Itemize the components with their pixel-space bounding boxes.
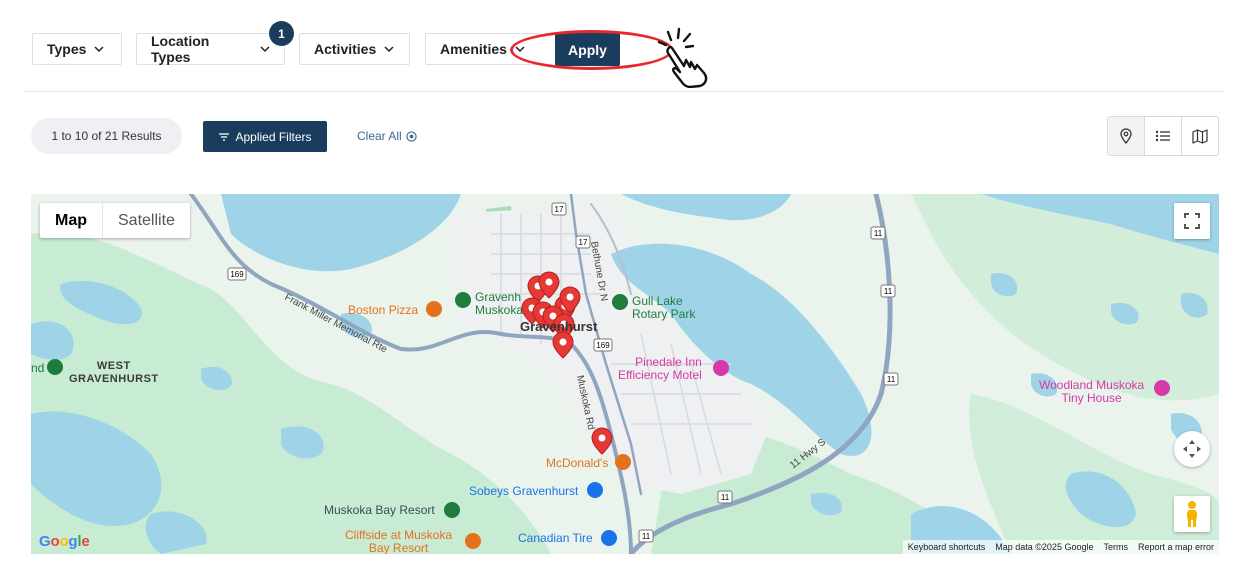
poi-label-canadian-tire[interactable]: Canadian Tire <box>518 532 593 545</box>
clear-all-label: Clear All <box>357 129 402 143</box>
map-attribution: Keyboard shortcuts Map data ©2025 Google… <box>902 540 1219 554</box>
svg-text:17: 17 <box>579 238 588 247</box>
pan-arrows-icon <box>1183 440 1201 458</box>
amenities-filter-label: Amenities <box>440 41 507 57</box>
chevron-down-icon <box>515 46 525 53</box>
pegman-icon <box>1187 501 1197 527</box>
area-label-line: WEST <box>96 360 131 372</box>
google-logo: Google <box>39 533 90 550</box>
poi-label-partial: nd <box>31 361 45 375</box>
hand-pointer-icon <box>657 27 708 88</box>
map-data-text: Map data ©2025 Google <box>995 542 1094 552</box>
poi-label-line: Muskoka <box>475 303 524 317</box>
view-mode-switch <box>1107 116 1219 156</box>
apply-button[interactable]: Apply <box>555 33 620 66</box>
chevron-down-icon <box>384 46 394 53</box>
svg-text:169: 169 <box>596 341 610 350</box>
poi-label-muskoka-bay-resort[interactable]: Muskoka Bay Resort <box>324 504 435 517</box>
svg-text:17: 17 <box>555 205 564 214</box>
poi-label-boston-pizza[interactable]: Boston Pizza <box>348 304 418 317</box>
svg-text:11: 11 <box>874 229 883 238</box>
applied-filters-label: Applied Filters <box>235 129 312 144</box>
location-pin-icon <box>1120 128 1132 144</box>
poi-label-gull-lake-rotary-park[interactable]: Gull Lake Rotary Park <box>632 295 695 321</box>
chevron-down-icon <box>94 46 104 53</box>
clear-circle-icon <box>406 130 417 142</box>
map-icon <box>1192 128 1208 144</box>
fullscreen-button[interactable] <box>1174 203 1210 239</box>
svg-text:11: 11 <box>887 375 896 384</box>
poi-label-line: Rotary Park <box>632 307 696 321</box>
activities-filter-label: Activities <box>314 41 377 57</box>
poi-label-sobeys[interactable]: Sobeys Gravenhurst <box>469 485 578 498</box>
poi-label-mcdonalds[interactable]: McDonald's <box>546 457 608 470</box>
fullscreen-icon <box>1184 213 1200 229</box>
location-types-filter-label: Location Types <box>151 33 210 65</box>
chevron-down-icon <box>260 46 270 53</box>
poi-label-woodland-muskoka[interactable]: Woodland Muskoka Tiny House <box>1039 379 1144 405</box>
list-icon <box>1155 130 1170 142</box>
amenities-filter-button[interactable]: Amenities <box>425 33 541 65</box>
location-types-count-badge: 1 <box>269 21 294 46</box>
report-error-link[interactable]: Report a map error <box>1133 542 1219 552</box>
map-type-map-button[interactable]: Map <box>40 203 102 238</box>
poi-label-gravenhurst-muskoka[interactable]: Gravenh Muskoka <box>475 291 523 317</box>
map-type-control: Map Satellite <box>40 203 190 238</box>
location-types-filter-button[interactable]: Location Types <box>136 33 285 65</box>
svg-text:11: 11 <box>721 493 730 502</box>
area-label-line: GRAVENHURST <box>69 373 159 385</box>
activities-filter-button[interactable]: Activities <box>299 33 410 65</box>
poi-label-pinedale-inn[interactable]: Pinedale Inn Efficiency Motel <box>618 356 702 382</box>
street-view-pegman-button[interactable] <box>1174 496 1210 532</box>
area-label-west-gravenhurst: WEST GRAVENHURST <box>69 360 159 386</box>
map-pin-view-button[interactable] <box>1108 117 1144 155</box>
keyboard-shortcuts-link[interactable]: Keyboard shortcuts <box>903 542 991 552</box>
clear-all-link[interactable]: Clear All <box>357 129 417 143</box>
types-filter-button[interactable]: Types <box>32 33 122 65</box>
types-filter-label: Types <box>47 41 87 57</box>
city-label-gravenhurst: Gravenhurst <box>520 319 598 334</box>
svg-text:Frank Miller Memorial Rte: Frank Miller Memorial Rte <box>283 292 390 356</box>
applied-filters-button[interactable]: Applied Filters <box>203 121 327 152</box>
map-type-satellite-button[interactable]: Satellite <box>102 203 190 238</box>
poi-label-line: Bay Resort <box>368 541 429 555</box>
map-canvas[interactable]: 169 169 17 17 11 11 11 11 11 Frank Mille… <box>31 194 1219 554</box>
svg-text:169: 169 <box>230 270 244 279</box>
svg-text:11: 11 <box>884 287 893 296</box>
filter-lines-icon <box>219 132 230 141</box>
map-view-button[interactable] <box>1181 117 1218 155</box>
results-count: 1 to 10 of 21 Results <box>31 118 182 154</box>
poi-label-line: Efficiency Motel <box>618 368 702 382</box>
header-divider <box>24 91 1224 92</box>
list-view-button[interactable] <box>1144 117 1181 155</box>
terms-link[interactable]: Terms <box>1098 542 1133 552</box>
poi-label-line: Tiny House <box>1061 391 1122 405</box>
poi-label-cliffside[interactable]: Cliffside at Muskoka Bay Resort <box>345 529 452 555</box>
camera-control-button[interactable] <box>1174 431 1210 467</box>
svg-text:11: 11 <box>642 532 651 541</box>
